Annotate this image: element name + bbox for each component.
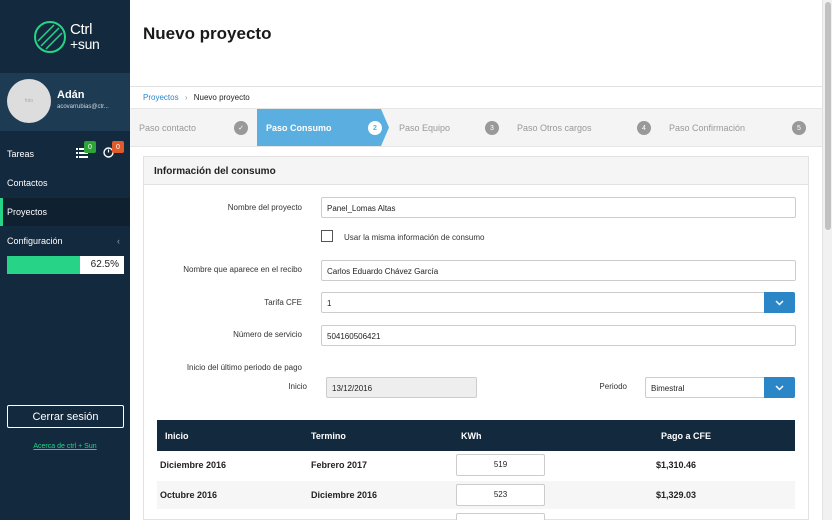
progress-fill [7,256,81,274]
tasks-count-badge: 0 [84,141,96,153]
consumption-table: Inicio Termino KWh Pago a CFE Diciembre … [157,420,795,520]
cell-payment [653,509,795,520]
sidebar-item-label: Contactos [7,178,48,188]
service-number-label: Número de servicio [233,330,302,339]
sidebar-item-label: Configuración [7,236,63,246]
logout-button[interactable]: Cerrar sesión [7,405,124,428]
step-label: Paso Otros cargos [517,122,592,133]
table-header-row: Inicio Termino KWh Pago a CFE [157,420,795,451]
breadcrumb-separator: › [184,93,188,102]
chevron-down-icon[interactable] [764,292,795,313]
brand-logo[interactable]: Ctrl +sun [0,0,130,73]
step-other-charges[interactable]: Paso Otros cargos 4 [508,109,658,146]
column-header: Inicio [157,420,303,451]
cell-end: Febrero 2017 [303,451,453,481]
project-name-input[interactable]: Panel_Lomas Altas [321,197,796,218]
avatar: foto [7,79,51,123]
step-label: Paso Consumo [266,122,332,133]
page-title: Nuevo proyecto [143,24,272,43]
alerts-count-badge: 0 [112,141,124,153]
brand-line1: Ctrl [70,20,93,38]
period-start-label: Inicio del último periodo de pago [186,363,302,372]
step-label: Paso Confirmación [669,122,746,133]
progress-value: 62.5% [90,259,119,270]
step-number: 2 [368,121,382,135]
user-profile[interactable]: foto Adán acovarrubias@ctr... [0,73,130,131]
tariff-label: Tarifa CFE [264,298,302,307]
kwh-input[interactable]: 519 [456,454,545,477]
receipt-name-label: Nombre que aparece en el recibo [183,265,302,274]
receipt-name-input[interactable]: Carlos Eduardo Chávez García [321,260,796,281]
sidebar-item-label: Tareas [7,149,35,159]
kwh-input[interactable]: 523 [456,483,545,506]
start-label: Inicio [288,382,307,391]
scrollbar[interactable] [822,0,832,520]
step-equipment[interactable]: Paso Equipo 3 [390,109,508,146]
panel-title: Información del consumo [144,157,808,185]
brand-text: Ctrl +sun [70,20,100,52]
sidebar-item-projects[interactable]: Proyectos [0,198,130,226]
same-info-checkbox[interactable] [321,230,333,242]
service-number-input[interactable]: 504160506421 [321,325,796,346]
period-label: Periodo [599,382,627,391]
breadcrumb-current: Nuevo proyecto [193,93,250,102]
step-label: Paso Equipo [399,122,451,133]
cell-payment: $1,310.46 [653,451,795,481]
table-row: Diciembre 2016 Febrero 2017 519 $1,310.4… [157,451,795,481]
table-row [157,509,795,520]
period-select[interactable]: Bimestral [645,377,767,398]
consumption-panel: Información del consumo Nombre del proye… [143,156,809,520]
cell-start [157,509,303,520]
sidebar-item-tasks[interactable]: Tareas 0 0 [0,140,130,168]
profile-email: acovarrubias@ctr... [57,104,109,110]
scrollbar-thumb[interactable] [825,2,831,230]
chevron-down-icon[interactable] [764,377,795,398]
breadcrumb-projects-link[interactable]: Proyectos [143,93,179,102]
profile-name: Adán [57,89,85,101]
step-confirmation[interactable]: Paso Confirmación 5 [660,109,820,146]
table-row: Octubre 2016 Diciembre 2016 523 $1,329.0… [157,480,795,510]
cell-start: Diciembre 2016 [157,451,303,481]
step-number: 4 [637,121,651,135]
project-name-label: Nombre del proyecto [227,203,302,212]
same-info-label: Usar la misma información de consumo [344,233,485,242]
cell-end: Diciembre 2016 [303,480,453,510]
main-content: Nuevo proyecto Proyectos › Nuevo proyect… [130,0,822,520]
kwh-input[interactable] [456,512,545,520]
divider [130,86,822,87]
step-consumption[interactable]: Paso Consumo 2 [257,109,382,146]
column-header: Pago a CFE [653,420,795,451]
sidebar: Ctrl +sun foto Adán acovarrubias@ctr... … [0,0,130,520]
tariff-select[interactable]: 1 [321,292,766,313]
step-number: 5 [792,121,806,135]
column-header: Termino [303,420,453,451]
check-icon: ✓ [234,121,248,135]
sun-logo-icon [34,20,66,53]
cell-payment: $1,329.03 [653,480,795,510]
about-link[interactable]: Acerca de ctrl + Sun [0,443,130,450]
sidebar-item-contacts[interactable]: Contactos [0,169,130,197]
cell-start: Octubre 2016 [157,480,303,510]
sidebar-item-config[interactable]: Configuración ‹ [0,227,130,255]
step-label: Paso contacto [139,122,197,133]
wizard-steps: Paso contacto ✓ Paso Consumo 2 Paso Equi… [130,108,822,147]
column-header: KWh [453,420,653,451]
step-contact[interactable]: Paso contacto ✓ [130,109,257,146]
brand-line2: +sun [70,35,100,52]
sidebar-item-label: Proyectos [7,207,48,217]
breadcrumb: Proyectos › Nuevo proyecto [143,93,250,102]
start-date-input[interactable]: 13/12/2016 [326,377,477,398]
profile-progress-bar: 62.5% [7,256,124,274]
step-number: 3 [485,121,499,135]
cell-end [303,509,453,520]
chevron-left-icon: ‹ [117,236,120,246]
